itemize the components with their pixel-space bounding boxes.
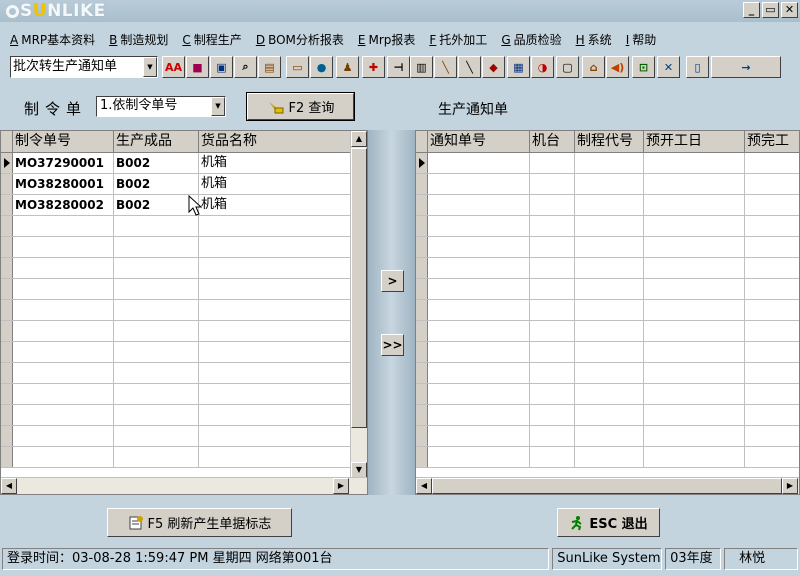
scroll-right-icon[interactable]: ▶	[333, 478, 349, 494]
notice-grid[interactable]: 通知单号 机台 制程代号 预开工日 预完工 ◀ ▶	[415, 130, 800, 495]
restore-button[interactable]: ▭	[762, 2, 779, 18]
table-row[interactable]: MO38280001 B002 机箱	[1, 174, 351, 195]
menu-production[interactable]: C 制程生产	[182, 31, 241, 48]
table-row[interactable]: MO38280002 B002 机箱	[1, 195, 351, 216]
sunlike-logo: SUNLIKE	[6, 1, 106, 21]
font-icon[interactable]: AA	[162, 56, 185, 78]
exit-run-icon[interactable]: →	[711, 56, 781, 78]
function-combo[interactable]: 批次转生产通知单 ▼	[10, 56, 158, 78]
scroll-up-icon[interactable]: ▲	[351, 131, 367, 147]
window-icon[interactable]: ⊡	[632, 56, 655, 78]
table-row[interactable]: MO37290001 B002 机箱	[1, 153, 351, 174]
menu-bom-reports[interactable]: D BOM分析报表	[256, 31, 344, 48]
users-icon[interactable]: ▣	[210, 56, 233, 78]
scroll-down-icon[interactable]: ▼	[351, 462, 367, 478]
globe-icon[interactable]: ●	[310, 56, 333, 78]
refresh-flags-button[interactable]: F5 刷新产生单据标志	[107, 508, 292, 537]
order-no-cell[interactable]: MO38280002	[13, 195, 114, 215]
tools-icon[interactable]: ✚	[362, 56, 385, 78]
work-order-grid[interactable]: 制令单号 生产成品 货品名称 MO37290001 B002 机箱 MO3828…	[0, 130, 368, 495]
building-icon[interactable]: ⌂	[582, 56, 605, 78]
pin-icon[interactable]: ⊣	[387, 56, 410, 78]
logo-ring-icon	[6, 4, 19, 18]
query-button[interactable]: F2 查询	[246, 92, 355, 121]
title-bar: SUNLIKE _ ▭ ✕	[0, 0, 800, 22]
brush-icon[interactable]: ╲	[458, 56, 481, 78]
status-bar: 登录时间：03-08-28 1:59:47 PM 星期四 网络第001台 Sun…	[0, 548, 800, 572]
transfer-all-button[interactable]: >>	[381, 334, 404, 356]
book-icon[interactable]: ■	[186, 56, 209, 78]
scroll-left-icon[interactable]: ◀	[1, 478, 17, 494]
product-cell[interactable]: B002	[114, 195, 199, 215]
product-cell[interactable]: B002	[114, 174, 199, 194]
menu-help[interactable]: I 帮助	[626, 31, 657, 48]
close-button[interactable]: ✕	[781, 2, 798, 18]
notepad-icon	[129, 515, 143, 529]
eraser-icon[interactable]: ◆	[482, 56, 505, 78]
chart-icon[interactable]: ◑	[531, 56, 554, 78]
running-man-icon	[571, 515, 582, 530]
pencil-icon[interactable]: ╲	[434, 56, 457, 78]
column-header[interactable]: 预开工日	[644, 131, 745, 152]
user-status: 林悦	[724, 548, 798, 570]
transfer-panel: > >>	[368, 130, 415, 495]
menu-outsourcing[interactable]: F 托外加工	[429, 31, 487, 48]
worker-icon[interactable]: ♟	[336, 56, 359, 78]
printer-icon[interactable]: ▭	[286, 56, 309, 78]
menu-mrp-basic[interactable]: A MRP基本资料	[10, 31, 95, 48]
item-name-cell[interactable]: 机箱	[199, 174, 351, 194]
order-no-cell[interactable]: MO38280001	[13, 174, 114, 194]
minimize-button[interactable]: _	[743, 2, 760, 18]
system-status: SunLike System	[552, 548, 663, 570]
document-icon[interactable]: ▤	[258, 56, 281, 78]
scroll-thumb[interactable]	[432, 478, 782, 494]
chevron-down-icon[interactable]: ▼	[143, 57, 157, 77]
menu-mrp-reports[interactable]: E Mrp报表	[358, 31, 416, 48]
flashlight-icon	[268, 101, 284, 113]
toolbar: 批次转生产通知单 ▼ AA ■ ▣ ⌕ ▤ ▭ ● ♟ ✚ ⊣ ▥ ╲ ╲ ◆ …	[0, 54, 800, 80]
column-header[interactable]: 制程代号	[575, 131, 644, 152]
menu-bar: A MRP基本资料 B 制造规划 C 制程生产 D BOM分析报表 E Mrp报表 F 托外…	[0, 26, 800, 52]
exit-button[interactable]: ESC 退出	[557, 508, 660, 537]
logo-text: SUNLIKE	[20, 1, 106, 21]
column-header[interactable]: 预完工	[745, 131, 799, 152]
table-icon[interactable]: ▦	[507, 56, 530, 78]
panel-icon[interactable]: ▯	[686, 56, 709, 78]
scroll-left-icon[interactable]: ◀	[416, 478, 432, 494]
product-cell[interactable]: B002	[114, 153, 199, 173]
current-row-icon	[416, 153, 428, 173]
scroll-thumb[interactable]	[351, 148, 367, 428]
fiscal-year-status: 03年度	[665, 548, 722, 570]
item-name-cell[interactable]: 机箱	[199, 153, 351, 173]
query-mode-select[interactable]: 1.依制令单号 ▼	[96, 96, 226, 117]
chevron-down-icon[interactable]: ▼	[211, 97, 225, 116]
scroll-right-icon[interactable]: ▶	[782, 478, 798, 494]
notice-label: 生产通知单	[438, 102, 508, 118]
monitor-icon[interactable]: ▢	[556, 56, 579, 78]
current-row-icon	[1, 153, 13, 173]
menu-planning[interactable]: B 制造规划	[109, 31, 168, 48]
search-icon[interactable]: ⌕	[234, 56, 257, 78]
column-header[interactable]: 通知单号	[428, 131, 530, 152]
horizontal-scrollbar[interactable]: ◀ ▶	[1, 477, 367, 494]
order-no-cell[interactable]: MO37290001	[13, 153, 114, 173]
item-name-cell[interactable]: 机箱	[199, 195, 351, 215]
menu-quality[interactable]: G 品质检验	[501, 31, 561, 48]
column-header[interactable]: 货品名称	[199, 131, 351, 152]
vertical-scrollbar[interactable]: ▲ ▼	[350, 131, 367, 478]
mouse-cursor-icon	[188, 195, 202, 216]
close-doc-icon[interactable]: ✕	[657, 56, 680, 78]
horizontal-scrollbar[interactable]: ◀ ▶	[416, 477, 799, 494]
column-header[interactable]: 生产成品	[114, 131, 199, 152]
order-label: 制令单	[24, 100, 88, 118]
menu-system[interactable]: H 系统	[576, 31, 612, 48]
login-status: 登录时间：03-08-28 1:59:47 PM 星期四 网络第001台	[2, 548, 550, 570]
speaker-icon[interactable]: ◀)	[606, 56, 629, 78]
column-header[interactable]: 机台	[530, 131, 575, 152]
notes-icon[interactable]: ▥	[410, 56, 433, 78]
transfer-one-button[interactable]: >	[381, 270, 404, 292]
column-header[interactable]: 制令单号	[13, 131, 114, 152]
